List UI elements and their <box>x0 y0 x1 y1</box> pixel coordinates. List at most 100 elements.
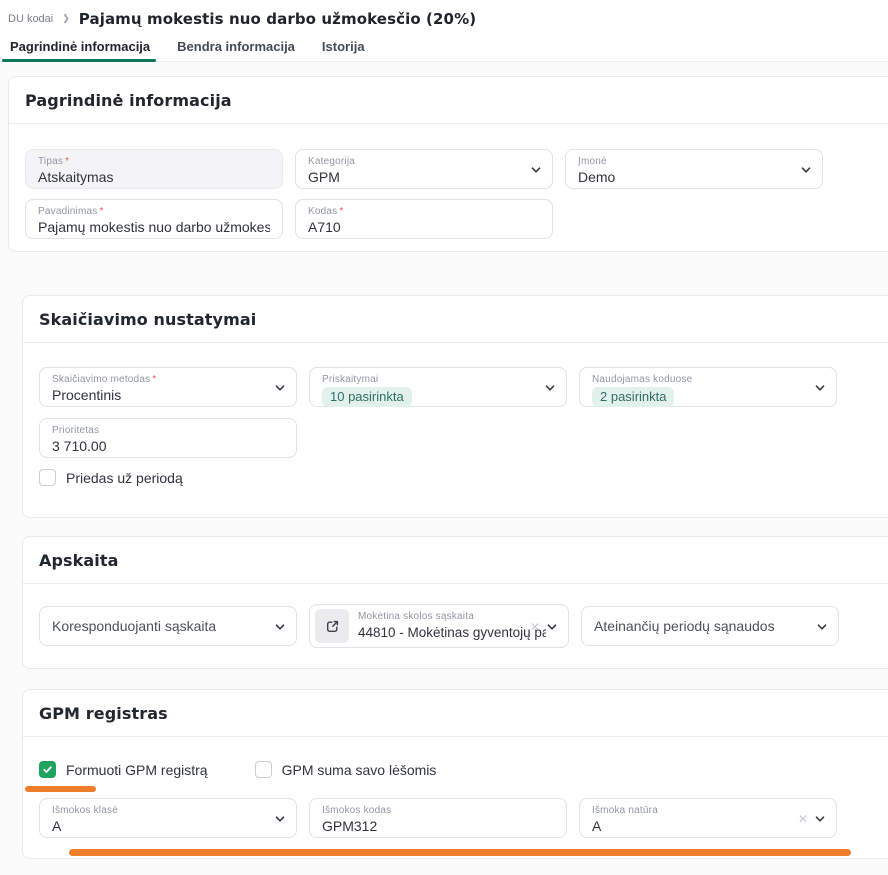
field-ismokos-kodas-input[interactable]: Išmokos kodas GPM312 <box>309 798 567 838</box>
chevron-down-icon <box>274 382 286 394</box>
field-prioritetas-input[interactable]: Prioritetas 3 710.00 <box>39 418 297 458</box>
page-content: Pagrindinė informacija Tipas* Atskaityma… <box>0 62 888 875</box>
required-asterisk: * <box>152 374 156 385</box>
tab-label: Istorija <box>322 39 365 54</box>
clear-icon[interactable]: ✕ <box>798 812 808 826</box>
field-label: Skaičiavimo metodas* <box>52 373 270 386</box>
field-value: Demo <box>578 168 796 187</box>
field-tipas: Tipas* Atskaitymas <box>25 149 283 189</box>
field-label-text: Prioritetas <box>52 425 99 436</box>
required-asterisk: * <box>65 156 69 167</box>
field-label-text: Naudojamas koduose <box>592 374 692 385</box>
field-label: Naudojamas koduose <box>592 373 810 386</box>
field-label-text: Išmokos kodas <box>322 805 391 816</box>
field-label: Pavadinimas* <box>38 205 270 218</box>
field-label-text: Tipas <box>38 156 63 167</box>
active-tab-indicator <box>2 59 156 62</box>
section-gpm-registras: GPM registras Formuoti GPM registrą GPM … <box>22 689 888 859</box>
tab-istorija[interactable]: Istorija <box>320 33 367 61</box>
field-ateinanciu-periodu-sanaudos-select[interactable]: Ateinančių periodų sąnaudos <box>581 606 839 646</box>
external-link-icon <box>325 619 340 634</box>
selection-count-chip: 10 pasirinkta <box>322 387 412 407</box>
field-label: Prioritetas <box>52 424 284 437</box>
section-body: Skaičiavimo metodas* Procentinis Priskai… <box>23 343 888 517</box>
field-priskaitymai-multiselect[interactable]: Priskaitymai 10 pasirinkta <box>309 367 567 407</box>
section-title: Pagrindinė informacija <box>25 91 232 110</box>
section-header: Pagrindinė informacija <box>9 77 888 124</box>
annotation-underline-1 <box>25 786 96 792</box>
field-label-text: Išmoka natūra <box>592 805 658 816</box>
tab-bendra-informacija[interactable]: Bendra informacija <box>175 33 297 61</box>
chevron-down-icon <box>814 813 826 825</box>
field-label-text: Išmokos klasė <box>52 805 118 816</box>
field-label-text: Priskaitymai <box>322 374 378 385</box>
field-label-text: Kodas <box>308 206 337 217</box>
field-value: A <box>52 817 270 836</box>
tab-label: Pagrindinė informacija <box>10 39 150 54</box>
field-naudojamas-koduose-multiselect[interactable]: Naudojamas koduose 2 pasirinkta <box>579 367 837 407</box>
field-moketina-skolos-saskaita-select[interactable]: Mokėtina skolos sąskaita 44810 - Mokėtin… <box>309 604 569 648</box>
field-label-text: Kategorija <box>308 156 355 167</box>
section-header: GPM registras <box>23 690 888 737</box>
field-text: Mokėtina skolos sąskaita 44810 - Mokėtin… <box>358 610 546 642</box>
chevron-down-icon <box>814 382 826 394</box>
checkbox-formuoti-gpm-registra[interactable] <box>39 761 56 778</box>
check-icon <box>42 764 53 775</box>
field-label-text: Įmonė <box>578 156 607 167</box>
field-pavadinimas-input[interactable]: Pavadinimas* Pajamų mokestis nuo darbo u… <box>25 199 283 239</box>
field-label: Mokėtina skolos sąskaita <box>358 610 546 623</box>
section-title: GPM registras <box>39 704 168 723</box>
checkbox-gpm-suma-savo-lesomis[interactable] <box>255 761 272 778</box>
field-ismokos-klase-select[interactable]: Išmokos klasė A <box>39 798 297 838</box>
field-label: Įmonė <box>578 155 796 168</box>
chevron-down-icon <box>274 621 286 633</box>
chevron-down-icon <box>530 164 542 176</box>
field-label: Kodas* <box>308 205 540 218</box>
chevron-down-icon <box>800 164 812 176</box>
required-asterisk: * <box>339 206 343 217</box>
field-label: Kategorija <box>308 155 526 168</box>
section-body: Koresponduojanti sąskaita Mokėtina skolo… <box>23 584 888 668</box>
section-title: Apskaita <box>39 551 119 570</box>
field-value: GPM <box>308 168 526 187</box>
section-apskaita: Apskaita Koresponduojanti sąskaita Mokėt… <box>22 536 888 669</box>
field-value: Atskaitymas <box>38 168 270 187</box>
field-placeholder: Ateinančių periodų sąnaudos <box>594 618 775 634</box>
selection-count-chip: 2 pasirinkta <box>592 387 674 407</box>
section-title: Skaičiavimo nustatymai <box>39 310 256 329</box>
field-label-text: Pavadinimas <box>38 206 97 217</box>
field-koresponduojanti-saskaita-select[interactable]: Koresponduojanti sąskaita <box>39 606 297 646</box>
checkbox-label: GPM suma savo lėšomis <box>282 762 437 778</box>
annotation-underline-2 <box>69 849 851 856</box>
checkbox-row-formuoti: Formuoti GPM registrą <box>39 761 208 778</box>
tab-pagrindine-informacija[interactable]: Pagrindinė informacija <box>8 33 152 61</box>
field-kodas-input[interactable]: Kodas* A710 <box>295 199 553 239</box>
field-placeholder: Koresponduojanti sąskaita <box>52 618 216 634</box>
checkbox-row-priedas: Priedas už periodą <box>39 469 881 486</box>
section-pagrindine-informacija: Pagrindinė informacija Tipas* Atskaityma… <box>8 76 888 252</box>
field-label: Tipas* <box>38 155 270 168</box>
field-kategorija-select[interactable]: Kategorija GPM <box>295 149 553 189</box>
field-value: A710 <box>308 218 540 237</box>
chevron-down-icon <box>546 621 558 633</box>
field-label: Priskaitymai <box>322 373 540 386</box>
field-value: GPM312 <box>322 817 554 836</box>
clear-icon[interactable]: ✕ <box>530 620 540 634</box>
chevron-down-icon <box>816 621 828 633</box>
breadcrumb-parent-link[interactable]: DU kodai <box>8 13 53 25</box>
field-imone-select[interactable]: Įmonė Demo <box>565 149 823 189</box>
open-account-button[interactable] <box>315 609 349 643</box>
field-value: Procentinis <box>52 386 270 405</box>
checkbox-priedas-uz-perioda[interactable] <box>39 469 56 486</box>
field-skaiciavimo-metodas-select[interactable]: Skaičiavimo metodas* Procentinis <box>39 367 297 407</box>
field-value: 3 710.00 <box>52 437 284 456</box>
field-value: 44810 - Mokėtinas gyventojų pajc <box>358 623 546 642</box>
field-label: Išmokos klasė <box>52 804 270 817</box>
checkbox-label: Formuoti GPM registrą <box>66 762 208 778</box>
field-ismoka-natura-select[interactable]: Išmoka natūra A ✕ <box>579 798 837 838</box>
field-label: Išmoka natūra <box>592 804 810 817</box>
checkbox-label: Priedas už periodą <box>66 470 183 486</box>
page-title: Pajamų mokestis nuo darbo užmokesčio (20… <box>79 10 476 28</box>
section-body: Formuoti GPM registrą GPM suma savo lėšo… <box>23 737 888 858</box>
section-header: Apskaita <box>23 537 888 584</box>
